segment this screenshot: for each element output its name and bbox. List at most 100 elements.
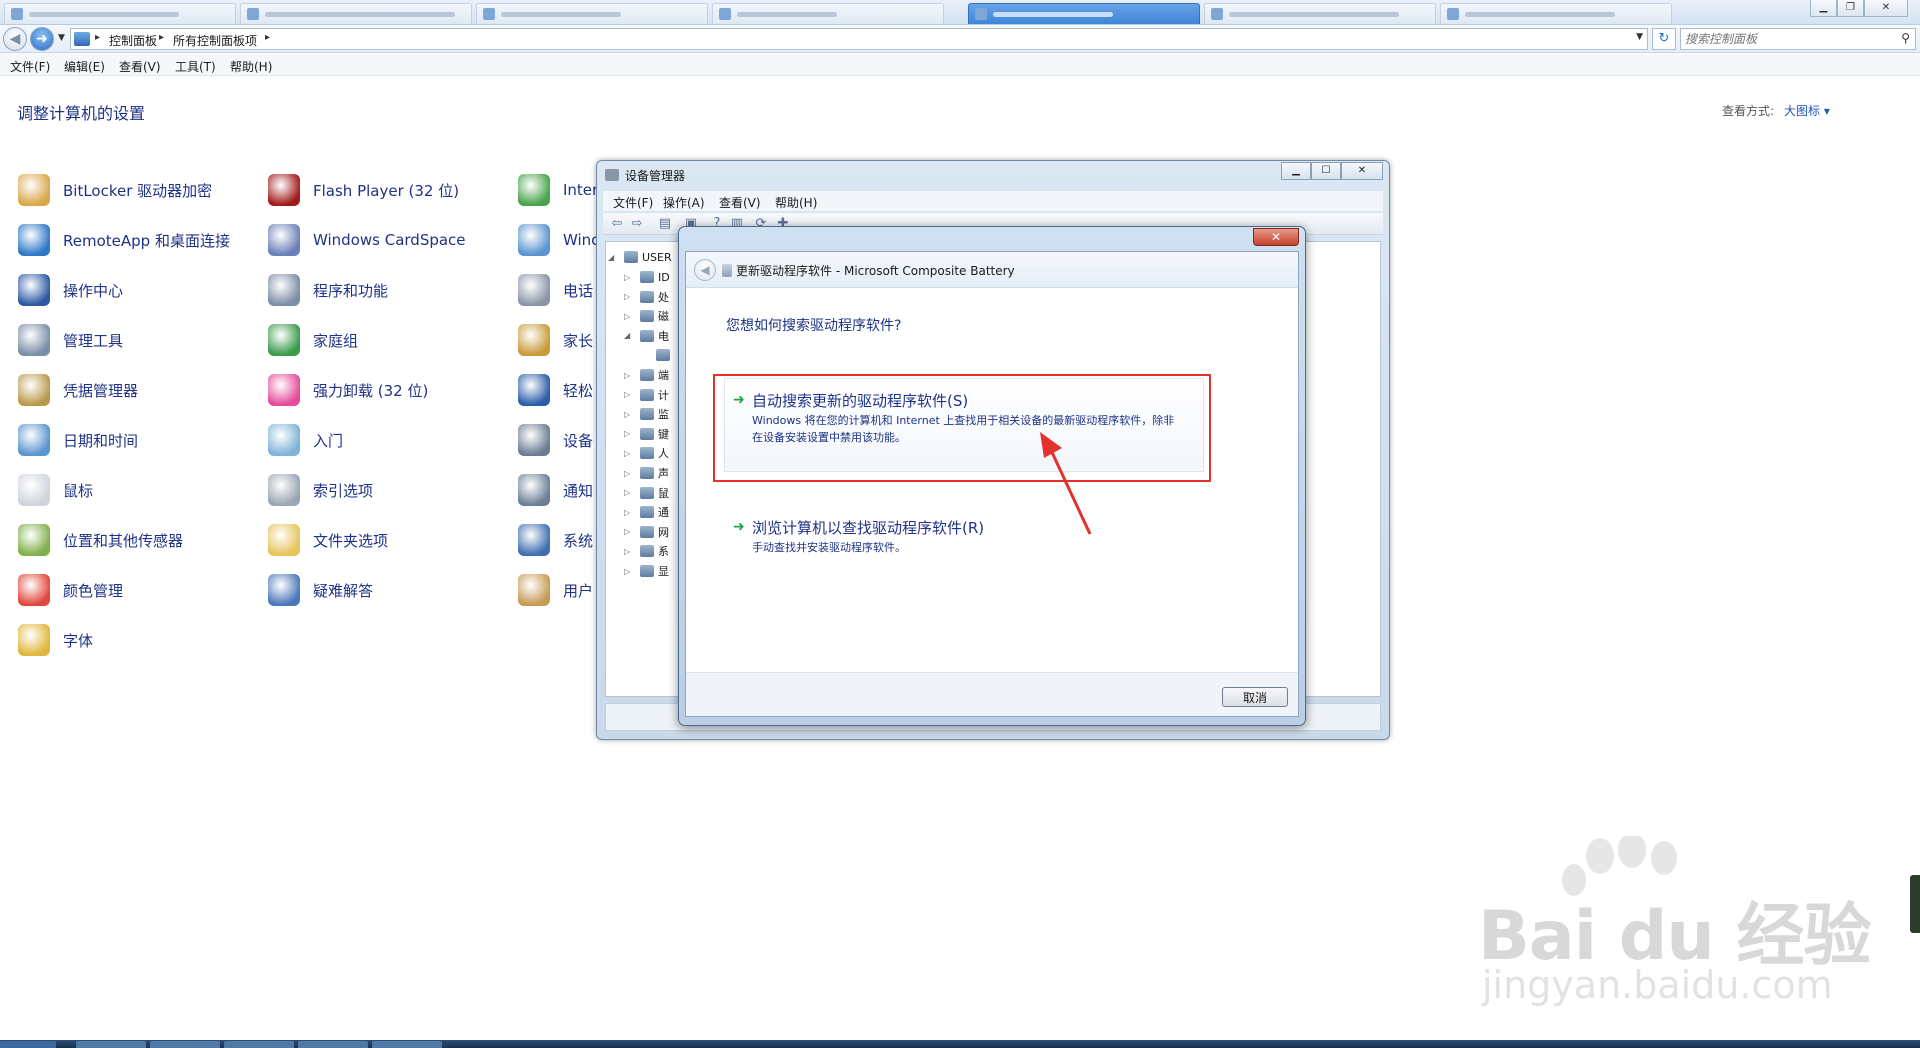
- tree-item[interactable]: ▷ 键: [624, 425, 669, 443]
- expand-icon[interactable]: ▷: [624, 527, 634, 536]
- control-panel-item[interactable]: 系统: [518, 522, 593, 558]
- tree-item[interactable]: ▷ 计: [624, 386, 669, 404]
- control-panel-item[interactable]: 疑难解答: [268, 572, 373, 608]
- control-panel-item[interactable]: 索引选项: [268, 472, 373, 508]
- control-panel-item-label[interactable]: 文件夹选项: [313, 530, 388, 551]
- tree-item[interactable]: ▷ ID: [624, 268, 670, 286]
- browse-computer-option[interactable]: ➜ 浏览计算机以查找驱动程序软件(R) 手动查找并安装驱动程序软件。: [725, 515, 1201, 565]
- control-panel-item-label[interactable]: Flash Player (32 位): [313, 180, 459, 201]
- taskbar-item[interactable]: [76, 1041, 146, 1048]
- expand-icon[interactable]: ▷: [624, 449, 634, 458]
- minimize-icon[interactable]: ▁: [1810, 0, 1837, 17]
- properties-icon[interactable]: ▤: [657, 216, 673, 232]
- expand-icon[interactable]: ▷: [624, 469, 634, 478]
- tree-item[interactable]: ▷ 处: [624, 288, 669, 306]
- address-dropdown-icon[interactable]: ▼: [1636, 32, 1643, 42]
- control-panel-item-label[interactable]: 索引选项: [313, 480, 373, 501]
- expand-icon[interactable]: ▷: [624, 547, 634, 556]
- control-panel-item-label[interactable]: 入门: [313, 430, 343, 451]
- menu-help[interactable]: 帮助(H): [775, 194, 817, 211]
- taskbar-item[interactable]: [150, 1041, 220, 1048]
- tree-item[interactable]: ▷ 通: [624, 503, 669, 521]
- taskbar-item[interactable]: [298, 1041, 368, 1048]
- chevron-right-icon[interactable]: ▸: [95, 32, 100, 43]
- control-panel-item-label[interactable]: 电话: [563, 280, 593, 301]
- tab[interactable]: [712, 3, 944, 24]
- menu-edit[interactable]: 编辑(E): [64, 58, 105, 75]
- control-panel-item-label[interactable]: 管理工具: [63, 330, 123, 351]
- start-button[interactable]: [0, 1041, 56, 1048]
- control-panel-item-label[interactable]: 凭据管理器: [63, 380, 138, 401]
- tree-item[interactable]: [640, 346, 674, 364]
- close-icon[interactable]: ✕: [1341, 162, 1383, 180]
- breadcrumb[interactable]: ▸ 控制面板 ▸ 所有控制面板项 ▸ ▼: [70, 28, 1648, 50]
- expand-icon[interactable]: ▷: [624, 567, 634, 576]
- chevron-right-icon[interactable]: ▸: [159, 32, 164, 43]
- back-button[interactable]: ◀: [3, 27, 27, 51]
- expand-icon[interactable]: ▷: [624, 371, 634, 380]
- minimize-icon[interactable]: ▁: [1281, 162, 1311, 180]
- taskbar-item[interactable]: [224, 1041, 294, 1048]
- control-panel-item-label[interactable]: 家长: [563, 330, 593, 351]
- control-panel-item-label[interactable]: Inter: [563, 181, 598, 199]
- tree-item[interactable]: ▷ 显: [624, 562, 669, 580]
- dialog-close-button[interactable]: ✕: [1253, 228, 1299, 246]
- tab[interactable]: [1440, 3, 1672, 24]
- control-panel-item[interactable]: 位置和其他传感器: [18, 522, 183, 558]
- menu-action[interactable]: 操作(A): [663, 194, 705, 211]
- control-panel-item-label[interactable]: 鼠标: [63, 480, 93, 501]
- tree-item[interactable]: ▷ 声: [624, 464, 669, 482]
- tab[interactable]: [476, 3, 708, 24]
- close-icon[interactable]: ✕: [1864, 0, 1908, 17]
- search-input[interactable]: [1685, 31, 1885, 47]
- menu-help[interactable]: 帮助(H): [230, 58, 272, 75]
- control-panel-item-label[interactable]: 强力卸载 (32 位): [313, 380, 428, 401]
- control-panel-item[interactable]: Inter: [518, 172, 598, 208]
- tree-item[interactable]: ▷ 监: [624, 405, 669, 423]
- control-panel-item-label[interactable]: 程序和功能: [313, 280, 388, 301]
- control-panel-item[interactable]: Winc: [518, 222, 599, 258]
- cancel-button[interactable]: 取消: [1222, 687, 1288, 707]
- control-panel-item-label[interactable]: Windows CardSpace: [313, 231, 466, 249]
- control-panel-item-label[interactable]: Winc: [563, 231, 599, 249]
- option-title[interactable]: 浏览计算机以查找驱动程序软件(R): [752, 517, 984, 538]
- expand-icon[interactable]: ▷: [624, 488, 634, 497]
- refresh-button[interactable]: ↻: [1652, 28, 1676, 50]
- tree-item[interactable]: ▷ 网: [624, 523, 669, 541]
- control-panel-item[interactable]: 入门: [268, 422, 343, 458]
- back-arrow-icon[interactable]: ⇦: [609, 216, 625, 232]
- control-panel-item-label[interactable]: RemoteApp 和桌面连接: [63, 230, 230, 251]
- control-panel-item-label[interactable]: 用户: [563, 580, 593, 601]
- control-panel-item[interactable]: 字体: [18, 622, 93, 658]
- control-panel-item[interactable]: 管理工具: [18, 322, 123, 358]
- menu-view[interactable]: 查看(V): [719, 194, 761, 211]
- control-panel-item-label[interactable]: 日期和时间: [63, 430, 138, 451]
- expand-icon[interactable]: ▷: [624, 429, 634, 438]
- control-panel-item[interactable]: 文件夹选项: [268, 522, 388, 558]
- control-panel-item[interactable]: 电话: [518, 272, 593, 308]
- forward-button[interactable]: ➜: [30, 27, 54, 51]
- control-panel-item[interactable]: 程序和功能: [268, 272, 388, 308]
- control-panel-item-label[interactable]: 系统: [563, 530, 593, 551]
- tree-item[interactable]: ▷ 系: [624, 542, 669, 560]
- control-panel-item-label[interactable]: 操作中心: [63, 280, 123, 301]
- tree-item[interactable]: ▷ 人: [624, 444, 669, 462]
- expand-icon[interactable]: ▷: [624, 292, 634, 301]
- control-panel-item[interactable]: 用户: [518, 572, 593, 608]
- menu-tools[interactable]: 工具(T): [175, 58, 216, 75]
- menu-view[interactable]: 查看(V): [119, 58, 161, 75]
- dialog-back-button[interactable]: ◀: [694, 259, 716, 281]
- control-panel-item-label[interactable]: 字体: [63, 630, 93, 651]
- tree-root[interactable]: ◢ USER: [608, 248, 672, 266]
- expand-icon[interactable]: ▷: [624, 312, 634, 321]
- search-box[interactable]: ⚲: [1680, 28, 1916, 50]
- control-panel-item-label[interactable]: 轻松: [563, 380, 593, 401]
- maximize-icon[interactable]: ☐: [1311, 162, 1341, 180]
- taskbar-item[interactable]: [372, 1041, 442, 1048]
- forward-arrow-icon[interactable]: ⇨: [629, 216, 645, 232]
- control-panel-item[interactable]: 家庭组: [268, 322, 358, 358]
- chevron-right-icon[interactable]: ▸: [265, 32, 270, 43]
- control-panel-item[interactable]: 设备: [518, 422, 593, 458]
- recent-pages-dropdown-icon[interactable]: ▼: [58, 33, 65, 43]
- control-panel-item[interactable]: 鼠标: [18, 472, 93, 508]
